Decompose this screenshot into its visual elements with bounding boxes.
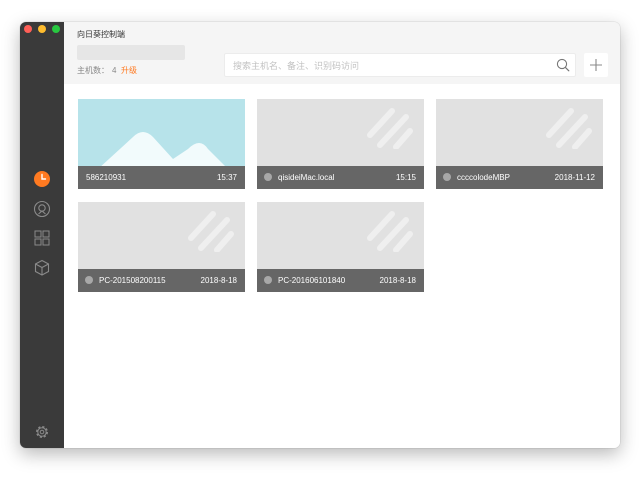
host-time: 2018-8-18: [200, 276, 237, 285]
maximize-window-button[interactable]: [52, 25, 60, 33]
host-grid: 586210931 15:37 qisideiMac.local 15:15 c…: [64, 84, 620, 448]
host-count-label: 主机数：: [77, 66, 109, 75]
host-card-footer: 586210931 15:37: [78, 166, 245, 189]
host-card[interactable]: 586210931 15:37: [78, 99, 245, 189]
account-info[interactable]: [77, 45, 185, 60]
status-dot: [264, 173, 272, 181]
host-card[interactable]: PC-201606101840 2018-8-18: [257, 202, 424, 292]
status-dot: [85, 276, 93, 284]
placeholder-icon: [367, 211, 413, 252]
app-title: 向日葵控制端: [77, 30, 125, 39]
status-dot: [443, 173, 451, 181]
upgrade-link[interactable]: 升级: [121, 65, 137, 76]
host-card-footer: PC-201508200115 2018-8-18: [78, 269, 245, 292]
gear-icon: [36, 426, 48, 438]
host-time: 15:15: [395, 173, 416, 182]
host-card-footer: ccccolodeMBP 2018-11-12: [436, 166, 603, 189]
header: 向日葵控制端 主机数： 4 升级: [64, 22, 620, 84]
host-card[interactable]: qisideiMac.local 15:15: [257, 99, 424, 189]
host-card[interactable]: PC-201508200115 2018-8-18: [78, 202, 245, 292]
placeholder-icon: [188, 211, 234, 252]
sidebar: [20, 22, 64, 448]
search-input[interactable]: [231, 54, 555, 78]
search-box: [224, 53, 576, 78]
host-time: 2018-11-12: [554, 173, 595, 182]
host-name: ccccolodeMBP: [457, 173, 510, 182]
host-name: PC-201508200115: [99, 276, 166, 285]
plus-icon: [590, 59, 602, 71]
app-window: 向日葵控制端 主机数：4 升级 586210931 15:37: [20, 22, 620, 448]
host-name: qisideiMac.local: [278, 173, 335, 182]
placeholder-icon: [546, 108, 592, 149]
host-count-value: 4: [112, 66, 117, 75]
host-time: 15:37: [216, 173, 237, 182]
add-host-button[interactable]: [584, 53, 608, 77]
search-icon[interactable]: [556, 58, 570, 72]
sidebar-item-recent[interactable]: [32, 169, 52, 189]
status-dot: [264, 276, 272, 284]
host-card[interactable]: ccccolodeMBP 2018-11-12: [436, 99, 603, 189]
remote-icon: [33, 200, 51, 218]
clock-icon: [34, 171, 50, 187]
minimize-window-button[interactable]: [38, 25, 46, 33]
host-card-footer: qisideiMac.local 15:15: [257, 166, 424, 189]
host-name: 586210931: [86, 173, 127, 182]
close-window-button[interactable]: [24, 25, 32, 33]
sidebar-item-devices[interactable]: [32, 228, 52, 248]
sidebar-item-remote-assist[interactable]: [32, 199, 52, 219]
placeholder-icon: [367, 108, 413, 149]
sidebar-item-plugins[interactable]: [32, 258, 52, 278]
host-time: 2018-8-18: [379, 276, 416, 285]
grid-icon: [34, 230, 50, 246]
settings-button[interactable]: [32, 422, 52, 442]
host-count: 主机数： 4: [77, 65, 116, 76]
host-card-footer: PC-201606101840 2018-8-18: [257, 269, 424, 292]
host-name: PC-201606101840: [278, 276, 346, 285]
cube-icon: [34, 259, 50, 276]
